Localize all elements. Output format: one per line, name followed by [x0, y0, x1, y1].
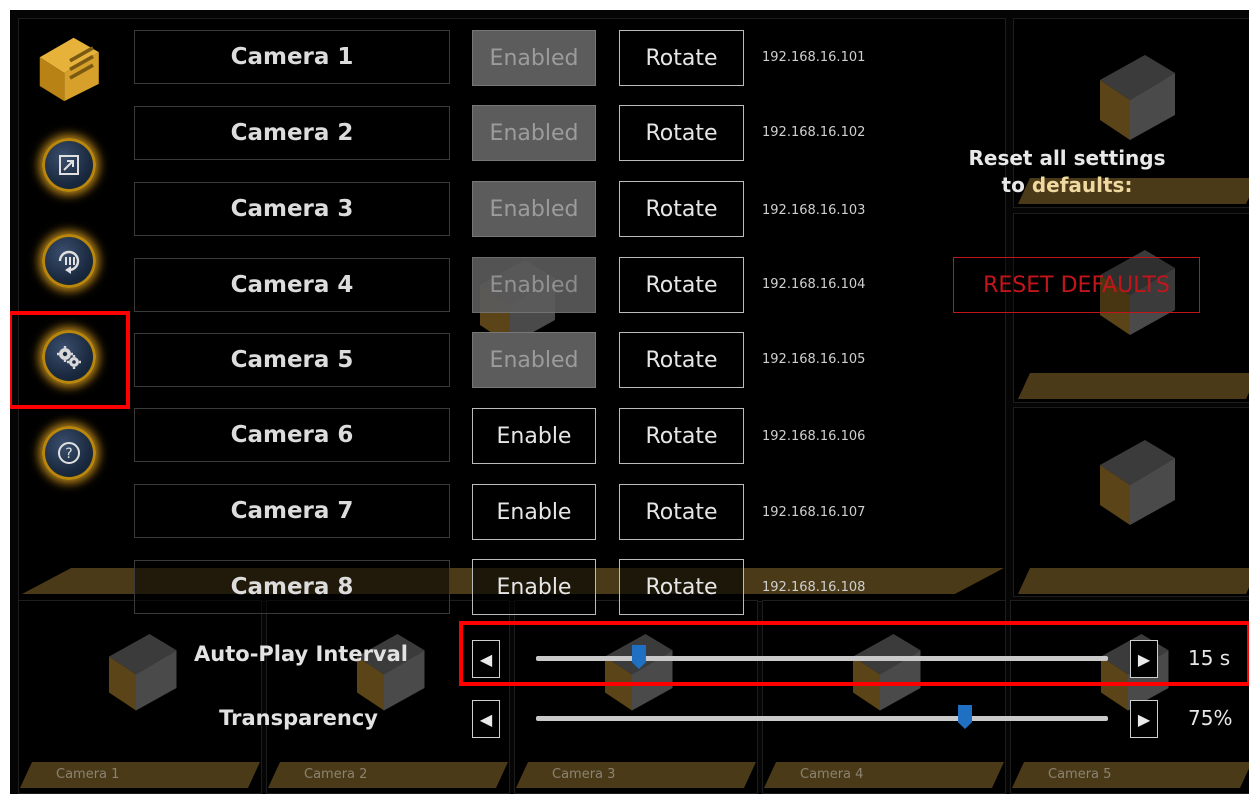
thumb-logo-icon [109, 634, 177, 711]
camera-6-rotate-button[interactable]: Rotate [619, 408, 744, 464]
autoplay-slider-highlight [459, 621, 1249, 686]
camera-name-7: Camera 7 [134, 484, 450, 538]
camera-name-8: Camera 8 [134, 560, 450, 614]
camera-4-rotate-button[interactable]: Rotate [619, 257, 744, 313]
camera-2-enable-button[interactable]: Enabled [472, 105, 596, 161]
thumb-logo-icon [357, 634, 425, 711]
thumb-label-3: Camera 3 [552, 767, 616, 782]
camera-8-ip: 192.168.16.108 [762, 580, 866, 595]
side-tile-strip-3 [1018, 568, 1249, 594]
camera-7-ip: 192.168.16.107 [762, 505, 866, 520]
reset-defaults-button[interactable]: RESET DEFAULTS [953, 257, 1200, 313]
camera-7-rotate-button[interactable]: Rotate [619, 484, 744, 540]
thumb-label-1: Camera 1 [56, 767, 120, 782]
transparency-slider-track[interactable] [536, 716, 1108, 721]
app-logo-icon[interactable] [34, 32, 106, 104]
autoplay-interval-label: Auto-Play Interval [194, 642, 408, 666]
camera-3-rotate-button[interactable]: Rotate [619, 181, 744, 237]
reset-title: Reset all settings to defaults: [954, 145, 1180, 199]
transparency-label: Transparency [219, 706, 378, 730]
settings-highlight [10, 311, 130, 409]
reset-title-emph: defaults: [1031, 173, 1133, 197]
thumb-label-4: Camera 4 [800, 767, 864, 782]
camera-name-4: Camera 4 [134, 258, 450, 312]
settings-screen: Camera 1 Camera 2 Camera 3 Camera 4 Came… [10, 10, 1249, 794]
transparency-value: 75% [1188, 706, 1233, 730]
camera-1-ip: 192.168.16.101 [762, 50, 866, 65]
camera-name-6: Camera 6 [134, 408, 450, 462]
help-button[interactable]: ? [42, 426, 96, 480]
camera-8-rotate-button[interactable]: Rotate [619, 559, 744, 615]
camera-7-enable-button[interactable]: Enable [472, 484, 596, 540]
camera-2-rotate-button[interactable]: Rotate [619, 105, 744, 161]
camera-name-3: Camera 3 [134, 182, 450, 236]
camera-8-enable-button[interactable]: Enable [472, 559, 596, 615]
camera-5-ip: 192.168.16.105 [762, 352, 866, 367]
camera-2-ip: 192.168.16.102 [762, 125, 866, 140]
tile-logo-icon [1100, 55, 1175, 140]
camera-5-rotate-button[interactable]: Rotate [619, 332, 744, 388]
camera-3-ip: 192.168.16.103 [762, 203, 866, 218]
reset-title-line1: Reset all settings [968, 146, 1166, 170]
svg-text:?: ? [65, 446, 72, 462]
camera-name-5: Camera 5 [134, 333, 450, 387]
camera-5-enable-button[interactable]: Enabled [472, 332, 596, 388]
autoplay-button[interactable] [42, 234, 96, 288]
camera-4-enable-button[interactable]: Enabled [472, 257, 596, 313]
thumb-label-2: Camera 2 [304, 767, 368, 782]
side-tile-strip-2 [1018, 373, 1249, 399]
fullscreen-button[interactable] [42, 138, 96, 192]
camera-3-enable-button[interactable]: Enabled [472, 181, 596, 237]
camera-1-enable-button[interactable]: Enabled [472, 30, 596, 86]
reset-title-line2: to defaults: [954, 172, 1180, 199]
fullscreen-icon [59, 155, 79, 175]
reset-title-prefix: to [1001, 173, 1032, 197]
autoplay-icon [58, 250, 80, 274]
help-icon: ? [58, 442, 80, 464]
camera-6-enable-button[interactable]: Enable [472, 408, 596, 464]
camera-name-2: Camera 2 [134, 106, 450, 160]
transparency-decrease-button[interactable]: ◀ [472, 700, 500, 738]
camera-4-ip: 192.168.16.104 [762, 277, 866, 292]
transparency-increase-button[interactable]: ▶ [1130, 700, 1158, 738]
thumb-label-5: Camera 5 [1048, 767, 1112, 782]
camera-1-rotate-button[interactable]: Rotate [619, 30, 744, 86]
camera-name-1: Camera 1 [134, 30, 450, 84]
camera-6-ip: 192.168.16.106 [762, 429, 866, 444]
tile-logo-icon [1100, 440, 1175, 525]
